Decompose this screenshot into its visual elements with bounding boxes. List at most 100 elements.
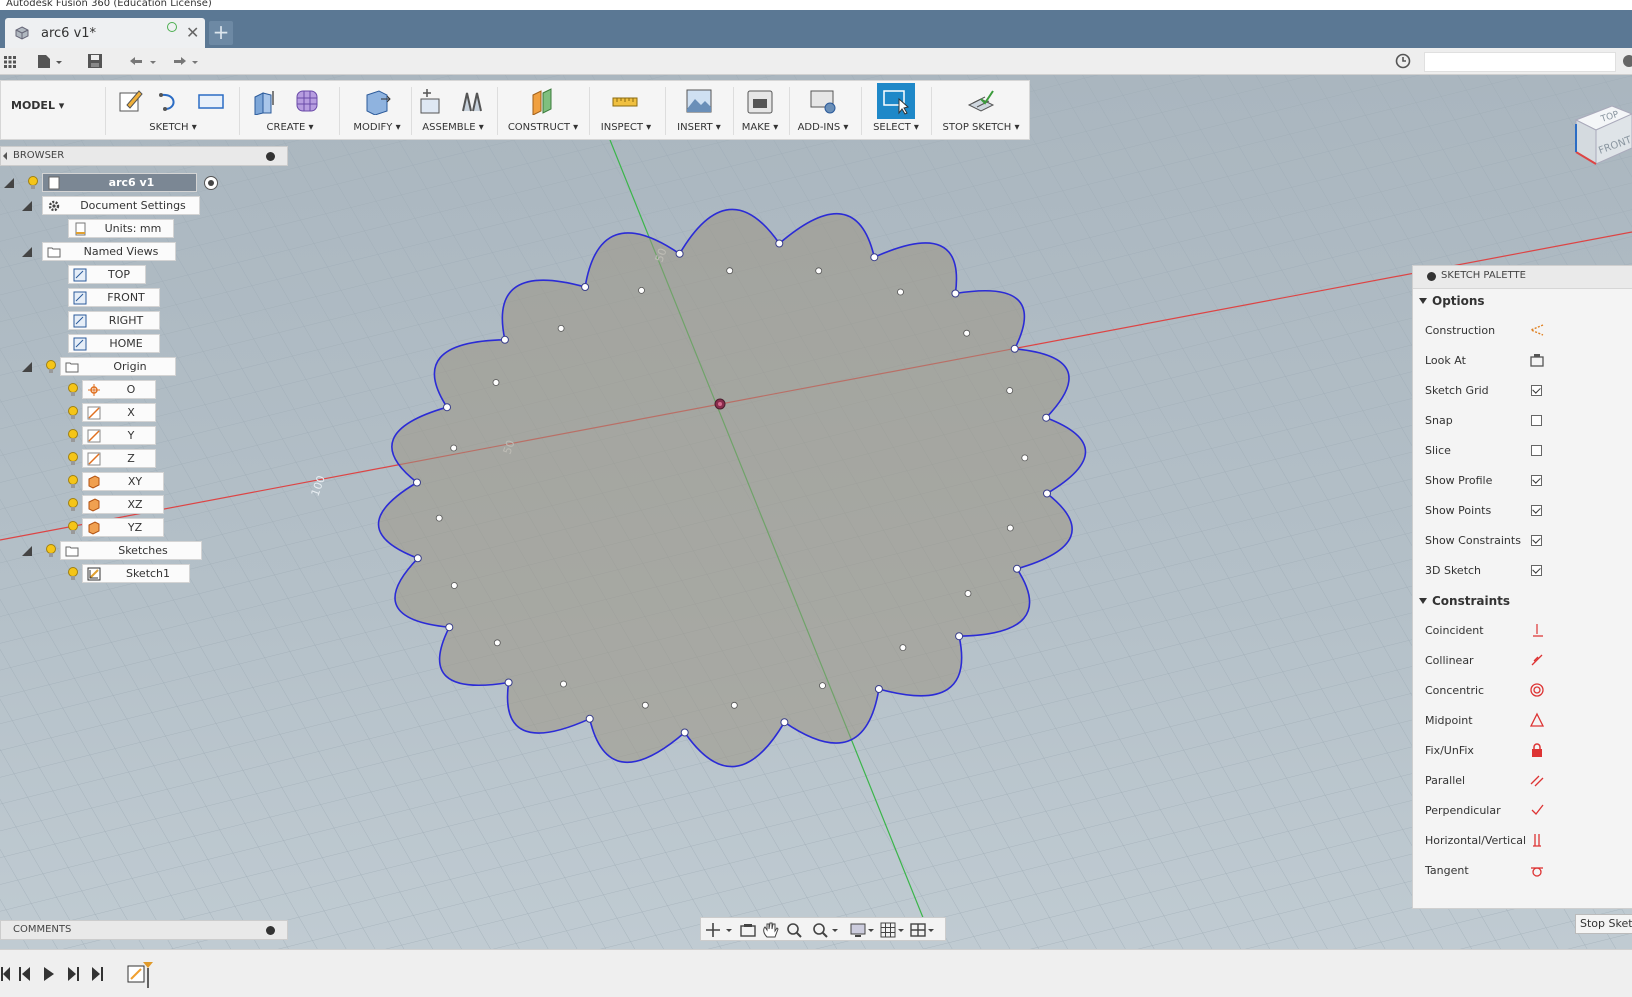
toolbar-group-sketch[interactable]: SKETCH ▾ <box>113 81 233 139</box>
history-clock-icon[interactable] <box>1394 52 1412 70</box>
joint-icon[interactable] <box>457 87 485 115</box>
palette-section-header[interactable]: Options <box>1419 294 1485 308</box>
save-icon[interactable] <box>86 52 104 70</box>
visibility-bulb-icon[interactable] <box>44 543 58 559</box>
toolbar-group-inspect[interactable]: INSPECT ▾ <box>591 81 661 139</box>
scripts-addins-icon[interactable] <box>809 87 837 115</box>
perpendicular-icon[interactable] <box>1529 802 1545 818</box>
expand-triangle-icon[interactable] <box>4 178 14 188</box>
collapse-arrow-icon[interactable] <box>3 152 7 160</box>
activate-component-icon[interactable] <box>204 176 218 190</box>
file-menu-icon[interactable] <box>36 52 64 70</box>
sketch-canvas[interactable]: 50 50 100 <box>0 75 1632 949</box>
arc-center-point[interactable] <box>450 582 458 589</box>
toolbar-group-select[interactable]: SELECT ▾ <box>865 81 927 139</box>
sketch-endpoint[interactable] <box>870 253 879 262</box>
sketch-endpoint[interactable] <box>504 678 513 687</box>
rectangle-tool-icon[interactable] <box>197 87 225 115</box>
sketch-endpoint[interactable] <box>413 554 422 563</box>
sketch-endpoint[interactable] <box>581 283 590 291</box>
visibility-bulb-icon[interactable] <box>66 566 80 582</box>
app-grid-icon[interactable] <box>3 52 17 70</box>
sketch-endpoint[interactable] <box>445 623 454 632</box>
go-to-start-icon[interactable] <box>1 967 10 981</box>
new-tab-button[interactable]: + <box>209 21 233 45</box>
sketch-endpoint[interactable] <box>780 718 789 727</box>
sketch-endpoint[interactable] <box>1010 344 1019 353</box>
browser-panel-header[interactable]: BROWSER <box>0 146 288 166</box>
visibility-bulb-icon[interactable] <box>66 451 80 467</box>
checkbox[interactable] <box>1531 415 1542 426</box>
create-sketch-icon[interactable] <box>117 87 145 115</box>
checkbox[interactable] <box>1531 385 1542 396</box>
undo-icon[interactable] <box>126 52 158 70</box>
workspace-switcher[interactable]: MODEL ▾ <box>11 99 64 112</box>
arc-center-point[interactable] <box>641 701 649 709</box>
toolbar-group-insert[interactable]: INSERT ▾ <box>667 81 731 139</box>
tangent-icon[interactable] <box>1529 862 1545 878</box>
toolbar-group-make[interactable]: MAKE ▾ <box>735 81 785 139</box>
visibility-bulb-icon[interactable] <box>66 520 80 536</box>
arc-center-point[interactable] <box>435 514 443 522</box>
arc-center-point[interactable] <box>819 682 826 689</box>
arc-center-point[interactable] <box>638 286 645 294</box>
toolbar-group-create[interactable]: CREATE ▾ <box>245 81 335 139</box>
sketch-endpoint[interactable] <box>1042 413 1051 422</box>
fit-zoom-icon[interactable] <box>813 923 838 938</box>
expand-triangle-icon[interactable] <box>22 247 32 257</box>
concentric-icon[interactable] <box>1529 682 1545 698</box>
parallel-icon[interactable] <box>1529 772 1545 788</box>
toolbar-group-add-ins[interactable]: ADD-INS ▾ <box>791 81 855 139</box>
3d-print-icon[interactable] <box>746 87 774 115</box>
sketch-endpoint[interactable] <box>413 478 421 487</box>
expand-triangle-icon[interactable] <box>22 362 32 372</box>
search-input[interactable] <box>1424 52 1616 72</box>
stop-sketch-button[interactable]: Stop Sketch <box>1575 914 1632 934</box>
midpoint-icon[interactable] <box>1529 712 1545 728</box>
arc-center-point[interactable] <box>899 644 907 651</box>
step-forward-icon[interactable] <box>68 967 79 981</box>
zoom-icon[interactable] <box>787 923 802 938</box>
sketch-endpoint[interactable] <box>585 714 594 723</box>
arc-center-point[interactable] <box>897 288 904 296</box>
visibility-bulb-icon[interactable] <box>66 382 80 398</box>
sketch-endpoint[interactable] <box>1043 489 1051 498</box>
construction-icon[interactable] <box>1529 322 1545 338</box>
grid-settings-icon[interactable] <box>880 922 904 938</box>
pan-hand-icon[interactable] <box>763 922 779 938</box>
arc-center-point[interactable] <box>450 444 458 452</box>
sketch-endpoint[interactable] <box>874 685 883 693</box>
insert-image-icon[interactable] <box>685 87 713 115</box>
sketch-endpoint[interactable] <box>443 403 451 412</box>
orbit-icon[interactable] <box>706 923 732 937</box>
minimize-palette-icon[interactable] <box>1427 272 1436 281</box>
arc-center-point[interactable] <box>964 590 972 597</box>
arc-center-point[interactable] <box>1006 387 1014 394</box>
visibility-bulb-icon[interactable] <box>26 175 40 191</box>
arc-center-point[interactable] <box>560 680 567 688</box>
sketch-endpoint[interactable] <box>675 249 684 258</box>
visibility-bulb-icon[interactable] <box>66 497 80 513</box>
measure-icon[interactable] <box>611 87 639 115</box>
lock-icon[interactable] <box>1529 742 1545 758</box>
expand-triangle-icon[interactable] <box>22 546 32 556</box>
arc-center-point[interactable] <box>557 324 565 332</box>
checkbox[interactable] <box>1531 505 1542 516</box>
sketch-endpoint[interactable] <box>951 289 960 298</box>
select-cursor-icon[interactable] <box>882 87 910 115</box>
toolbar-group-modify[interactable]: MODIFY ▾ <box>343 81 411 139</box>
offset-plane-icon[interactable] <box>529 87 557 115</box>
arc-center-point[interactable] <box>492 379 500 386</box>
look-at-icon[interactable] <box>1529 352 1545 368</box>
checkbox[interactable] <box>1531 535 1542 546</box>
comments-panel-header[interactable]: COMMENTS <box>0 920 288 940</box>
collinear-icon[interactable] <box>1529 652 1545 668</box>
viewports-icon[interactable] <box>910 923 934 937</box>
play-icon[interactable] <box>44 967 54 981</box>
arc-center-point[interactable] <box>1021 454 1029 462</box>
arc-center-point[interactable] <box>730 701 738 709</box>
canvas-viewport[interactable]: 50 50 100 <box>0 75 1632 949</box>
sketch-endpoint[interactable] <box>500 335 509 344</box>
palette-section-header[interactable]: Constraints <box>1419 594 1510 608</box>
horizontal-vertical-icon[interactable] <box>1529 832 1545 848</box>
